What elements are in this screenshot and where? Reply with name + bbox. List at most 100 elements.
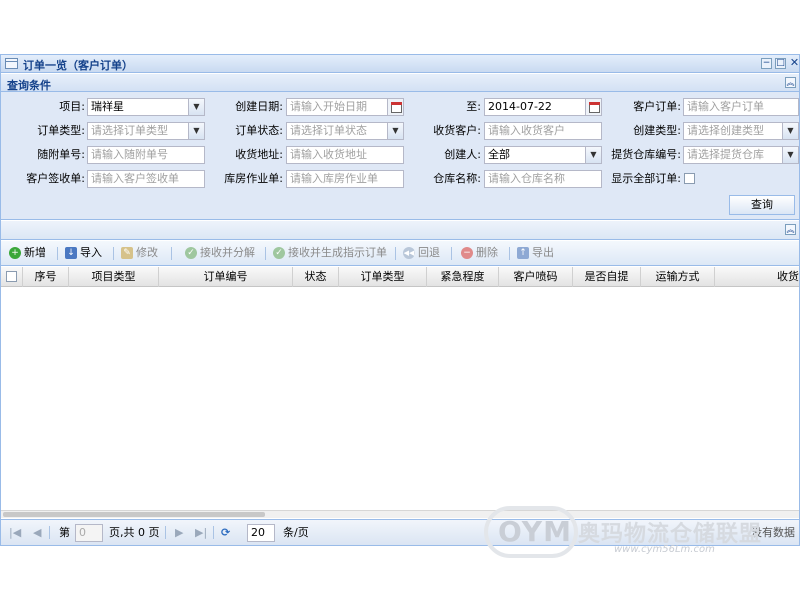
maximize-button[interactable]: □ — [775, 58, 786, 69]
watermark-url: www.cym56Lm.com — [614, 544, 715, 555]
next-page-icon[interactable]: ▶ — [175, 526, 183, 540]
export-label: 导出 — [532, 246, 554, 259]
column-header[interactable]: 序号 — [23, 267, 69, 287]
creator-label: 创建人: — [444, 148, 481, 161]
column-header[interactable]: 订单编号 — [159, 267, 293, 287]
import-icon: ↓ — [65, 247, 77, 259]
close-button[interactable]: ✕ — [789, 57, 800, 69]
creator-select[interactable]: 全部 ▼ — [484, 146, 602, 164]
pickup-warehouse-label: 提货仓库编号: — [611, 148, 681, 161]
last-page-icon[interactable]: ▶| — [195, 526, 207, 540]
customer-order-input[interactable]: 请输入客户订单 — [683, 98, 799, 116]
watermark-logo: OYM — [498, 515, 572, 548]
watermark: OYM 奥玛物流仓储联盟 www.cym56Lm.com — [484, 500, 800, 570]
column-header[interactable]: 订单类型 — [339, 267, 427, 287]
column-header[interactable]: 运输方式 — [641, 267, 715, 287]
grid-toolbar: + 新增 ↓ 导入 ✎ 修改 ✓ 接收并分解 ✓ 接收并生成指示订单 ◀◀ 回退 — [1, 241, 799, 266]
column-header[interactable]: 是否自提 — [573, 267, 641, 287]
pager-separator — [213, 526, 214, 539]
prev-page-icon[interactable]: ◀ — [33, 526, 41, 540]
search-form: 项目: 瑞祥星 ▼ 创建日期: 请输入开始日期 至: 2014-07-22 客户… — [1, 92, 799, 220]
edit-icon: ✎ — [121, 247, 133, 259]
collapse-grid-icon[interactable]: ︽ — [785, 224, 796, 235]
sign-receipt-input[interactable]: 请输入客户签收单 — [87, 170, 205, 188]
chevron-down-icon[interactable]: ▼ — [782, 147, 798, 163]
query-button[interactable]: 查询 — [729, 195, 795, 215]
edit-label: 修改 — [136, 246, 158, 259]
delivery-address-label: 收货地址: — [235, 148, 283, 161]
toolbar-separator — [509, 247, 510, 260]
window-title: 订单一览（客户订单） — [23, 59, 133, 72]
page-number-input[interactable]: 0 — [75, 524, 103, 542]
create-date-placeholder: 请输入开始日期 — [290, 100, 367, 113]
warehouse-name-input[interactable]: 请输入仓库名称 — [484, 170, 602, 188]
order-status-select[interactable]: 请选择订单状态 ▼ — [286, 122, 404, 140]
minimize-button[interactable]: − — [761, 58, 772, 69]
first-page-icon[interactable]: |◀ — [9, 526, 21, 540]
scrollbar-thumb[interactable] — [3, 512, 265, 517]
to-date-field[interactable]: 2014-07-22 — [484, 98, 602, 116]
consignee-label: 收货客户: — [433, 124, 481, 137]
column-header[interactable]: 紧急程度 — [427, 267, 499, 287]
rewind-icon: ◀◀ — [403, 247, 415, 259]
chevron-down-icon[interactable]: ▼ — [387, 123, 403, 139]
page-size-unit: 条/页 — [283, 526, 309, 539]
toolbar-separator — [171, 247, 172, 260]
window-titlebar: 订单一览（客户订单） − □ ✕ — [1, 55, 799, 73]
pager-separator — [165, 526, 166, 539]
select-all-cell — [1, 267, 23, 287]
calendar-icon[interactable] — [387, 99, 403, 115]
refresh-icon[interactable]: ⟳ — [221, 526, 230, 540]
chevron-down-icon[interactable]: ▼ — [782, 123, 798, 139]
order-type-placeholder: 请选择订单类型 — [91, 124, 168, 137]
sign-receipt-placeholder: 请输入客户签收单 — [91, 172, 179, 185]
grid-header: 序号 项目类型 订单编号 状态 订单类型 紧急程度 客户喷码 是否自提 运输方式… — [1, 267, 799, 287]
chevron-down-icon[interactable]: ▼ — [188, 99, 204, 115]
delivery-address-input[interactable]: 请输入收货地址 — [286, 146, 404, 164]
grid-panel-header: ︽ — [1, 221, 799, 240]
collapse-search-icon[interactable]: ︽ — [785, 77, 796, 88]
project-select[interactable]: 瑞祥星 ▼ — [87, 98, 205, 116]
toolbar-separator — [395, 247, 396, 260]
column-header[interactable]: 收货 — [715, 267, 799, 287]
create-type-placeholder: 请选择创建类型 — [687, 124, 764, 137]
warehouse-name-label: 仓库名称: — [433, 172, 481, 185]
delete-label: 删除 — [476, 246, 498, 259]
warehouse-job-input[interactable]: 请输入库房作业单 — [286, 170, 404, 188]
page-size-input[interactable]: 20 — [247, 524, 275, 542]
show-all-checkbox[interactable] — [684, 173, 695, 184]
rollback-label: 回退 — [418, 246, 440, 259]
create-type-select[interactable]: 请选择创建类型 ▼ — [683, 122, 799, 140]
order-status-label: 订单状态: — [235, 124, 283, 137]
calendar-icon[interactable] — [585, 99, 601, 115]
create-date-field[interactable]: 请输入开始日期 — [286, 98, 404, 116]
column-header[interactable]: 客户喷码 — [499, 267, 573, 287]
add-label: 新增 — [24, 246, 46, 259]
order-type-select[interactable]: 请选择订单类型 ▼ — [87, 122, 205, 140]
pickup-warehouse-select[interactable]: 请选择提货仓库 ▼ — [683, 146, 799, 164]
chevron-down-icon[interactable]: ▼ — [585, 147, 601, 163]
column-header[interactable]: 项目类型 — [69, 267, 159, 287]
export-icon: ↑ — [517, 247, 529, 259]
check-icon: ✓ — [185, 247, 197, 259]
grid-body — [1, 288, 799, 509]
chevron-down-icon[interactable]: ▼ — [188, 123, 204, 139]
column-header[interactable]: 状态 — [293, 267, 339, 287]
consignee-input[interactable]: 请输入收货客户 — [484, 122, 602, 140]
search-panel-header: 查询条件 ︽ — [1, 74, 799, 92]
warehouse-job-label: 库房作业单: — [224, 172, 283, 185]
create-date-label: 创建日期: — [235, 100, 283, 113]
import-label: 导入 — [80, 246, 102, 259]
attach-no-label: 随附单号: — [37, 148, 85, 161]
to-date-label: 至: — [466, 100, 481, 113]
check-icon: ✓ — [273, 247, 285, 259]
show-all-label: 显示全部订单: — [611, 172, 681, 185]
select-all-checkbox[interactable] — [6, 271, 17, 282]
project-value: 瑞祥星 — [91, 100, 124, 113]
order-type-label: 订单类型: — [37, 124, 85, 137]
to-date-value: 2014-07-22 — [488, 100, 552, 113]
window-icon — [5, 58, 18, 69]
pager-separator — [49, 526, 50, 539]
warehouse-name-placeholder: 请输入仓库名称 — [488, 172, 565, 185]
attach-no-input[interactable]: 请输入随附单号 — [87, 146, 205, 164]
